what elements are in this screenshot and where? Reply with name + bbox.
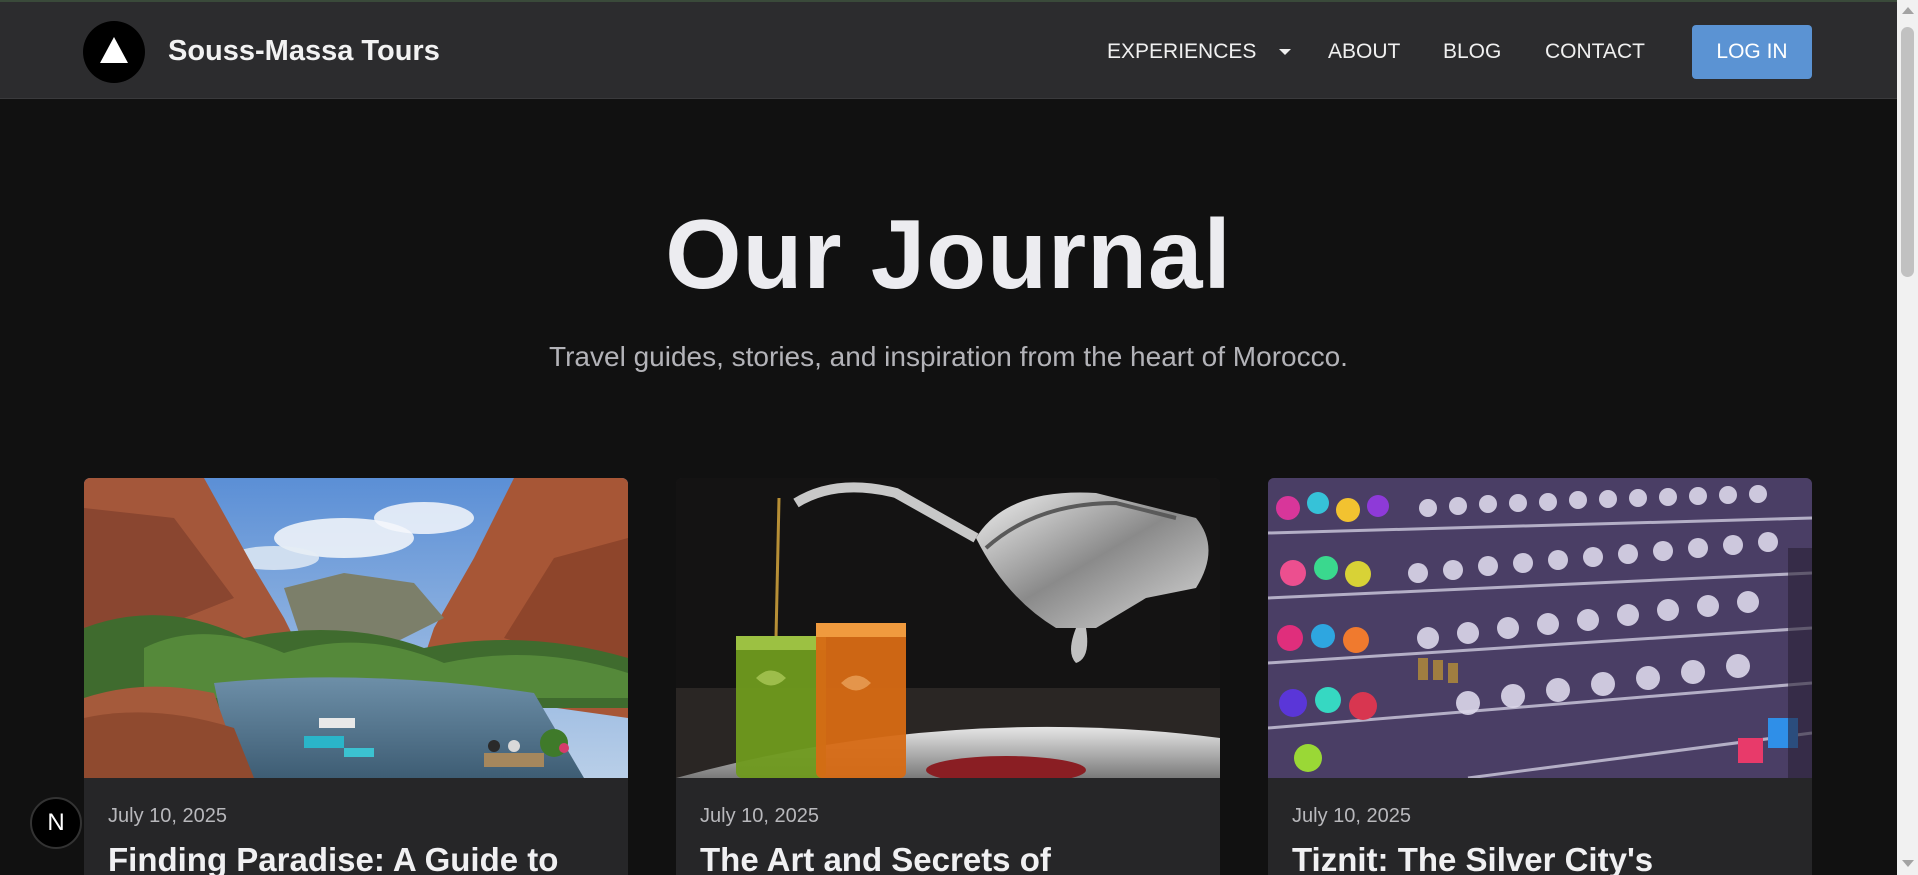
page-scrollbar[interactable] (1897, 0, 1918, 875)
post-date: July 10, 2025 (1292, 805, 1411, 827)
triangle-logo-icon (100, 37, 128, 63)
blog-card[interactable]: July 10, 2025 The Art and Secrets of (676, 478, 1220, 875)
scroll-up-arrow-icon[interactable] (1902, 7, 1914, 14)
blog-card[interactable]: July 10, 2025 Tiznit: The Silver City's (1268, 478, 1812, 875)
post-title[interactable]: Finding Paradise: A Guide to (108, 841, 558, 875)
chevron-down-icon[interactable] (1279, 49, 1291, 55)
logo[interactable] (83, 21, 145, 83)
post-title[interactable]: Tiznit: The Silver City's (1292, 841, 1653, 875)
nav-blog[interactable]: BLOG (1443, 40, 1501, 64)
nav-experiences[interactable]: EXPERIENCES (1107, 40, 1256, 64)
brand-name[interactable]: Souss-Massa Tours (168, 35, 440, 68)
post-title[interactable]: The Art and Secrets of (700, 841, 1051, 875)
post-date: July 10, 2025 (700, 805, 819, 827)
post-image-river-gorge[interactable] (84, 478, 628, 778)
dev-tools-badge[interactable]: N (30, 797, 82, 849)
blog-card[interactable]: July 10, 2025 Finding Paradise: A Guide … (84, 478, 628, 875)
post-date: July 10, 2025 (108, 805, 227, 827)
nav-contact[interactable]: CONTACT (1545, 40, 1645, 64)
page-title: Our Journal (665, 199, 1232, 309)
navbar: Souss-Massa Tours EXPERIENCES ABOUT BLOG… (0, 0, 1897, 99)
post-image-mint-tea[interactable] (676, 478, 1220, 778)
page-subtitle: Travel guides, stories, and inspiration … (549, 341, 1348, 372)
nav-about[interactable]: ABOUT (1328, 40, 1400, 64)
scrollbar-thumb[interactable] (1901, 27, 1914, 277)
login-button[interactable]: LOG IN (1692, 25, 1812, 79)
scroll-down-arrow-icon[interactable] (1902, 860, 1914, 867)
post-image-silver-shop[interactable] (1268, 478, 1812, 778)
